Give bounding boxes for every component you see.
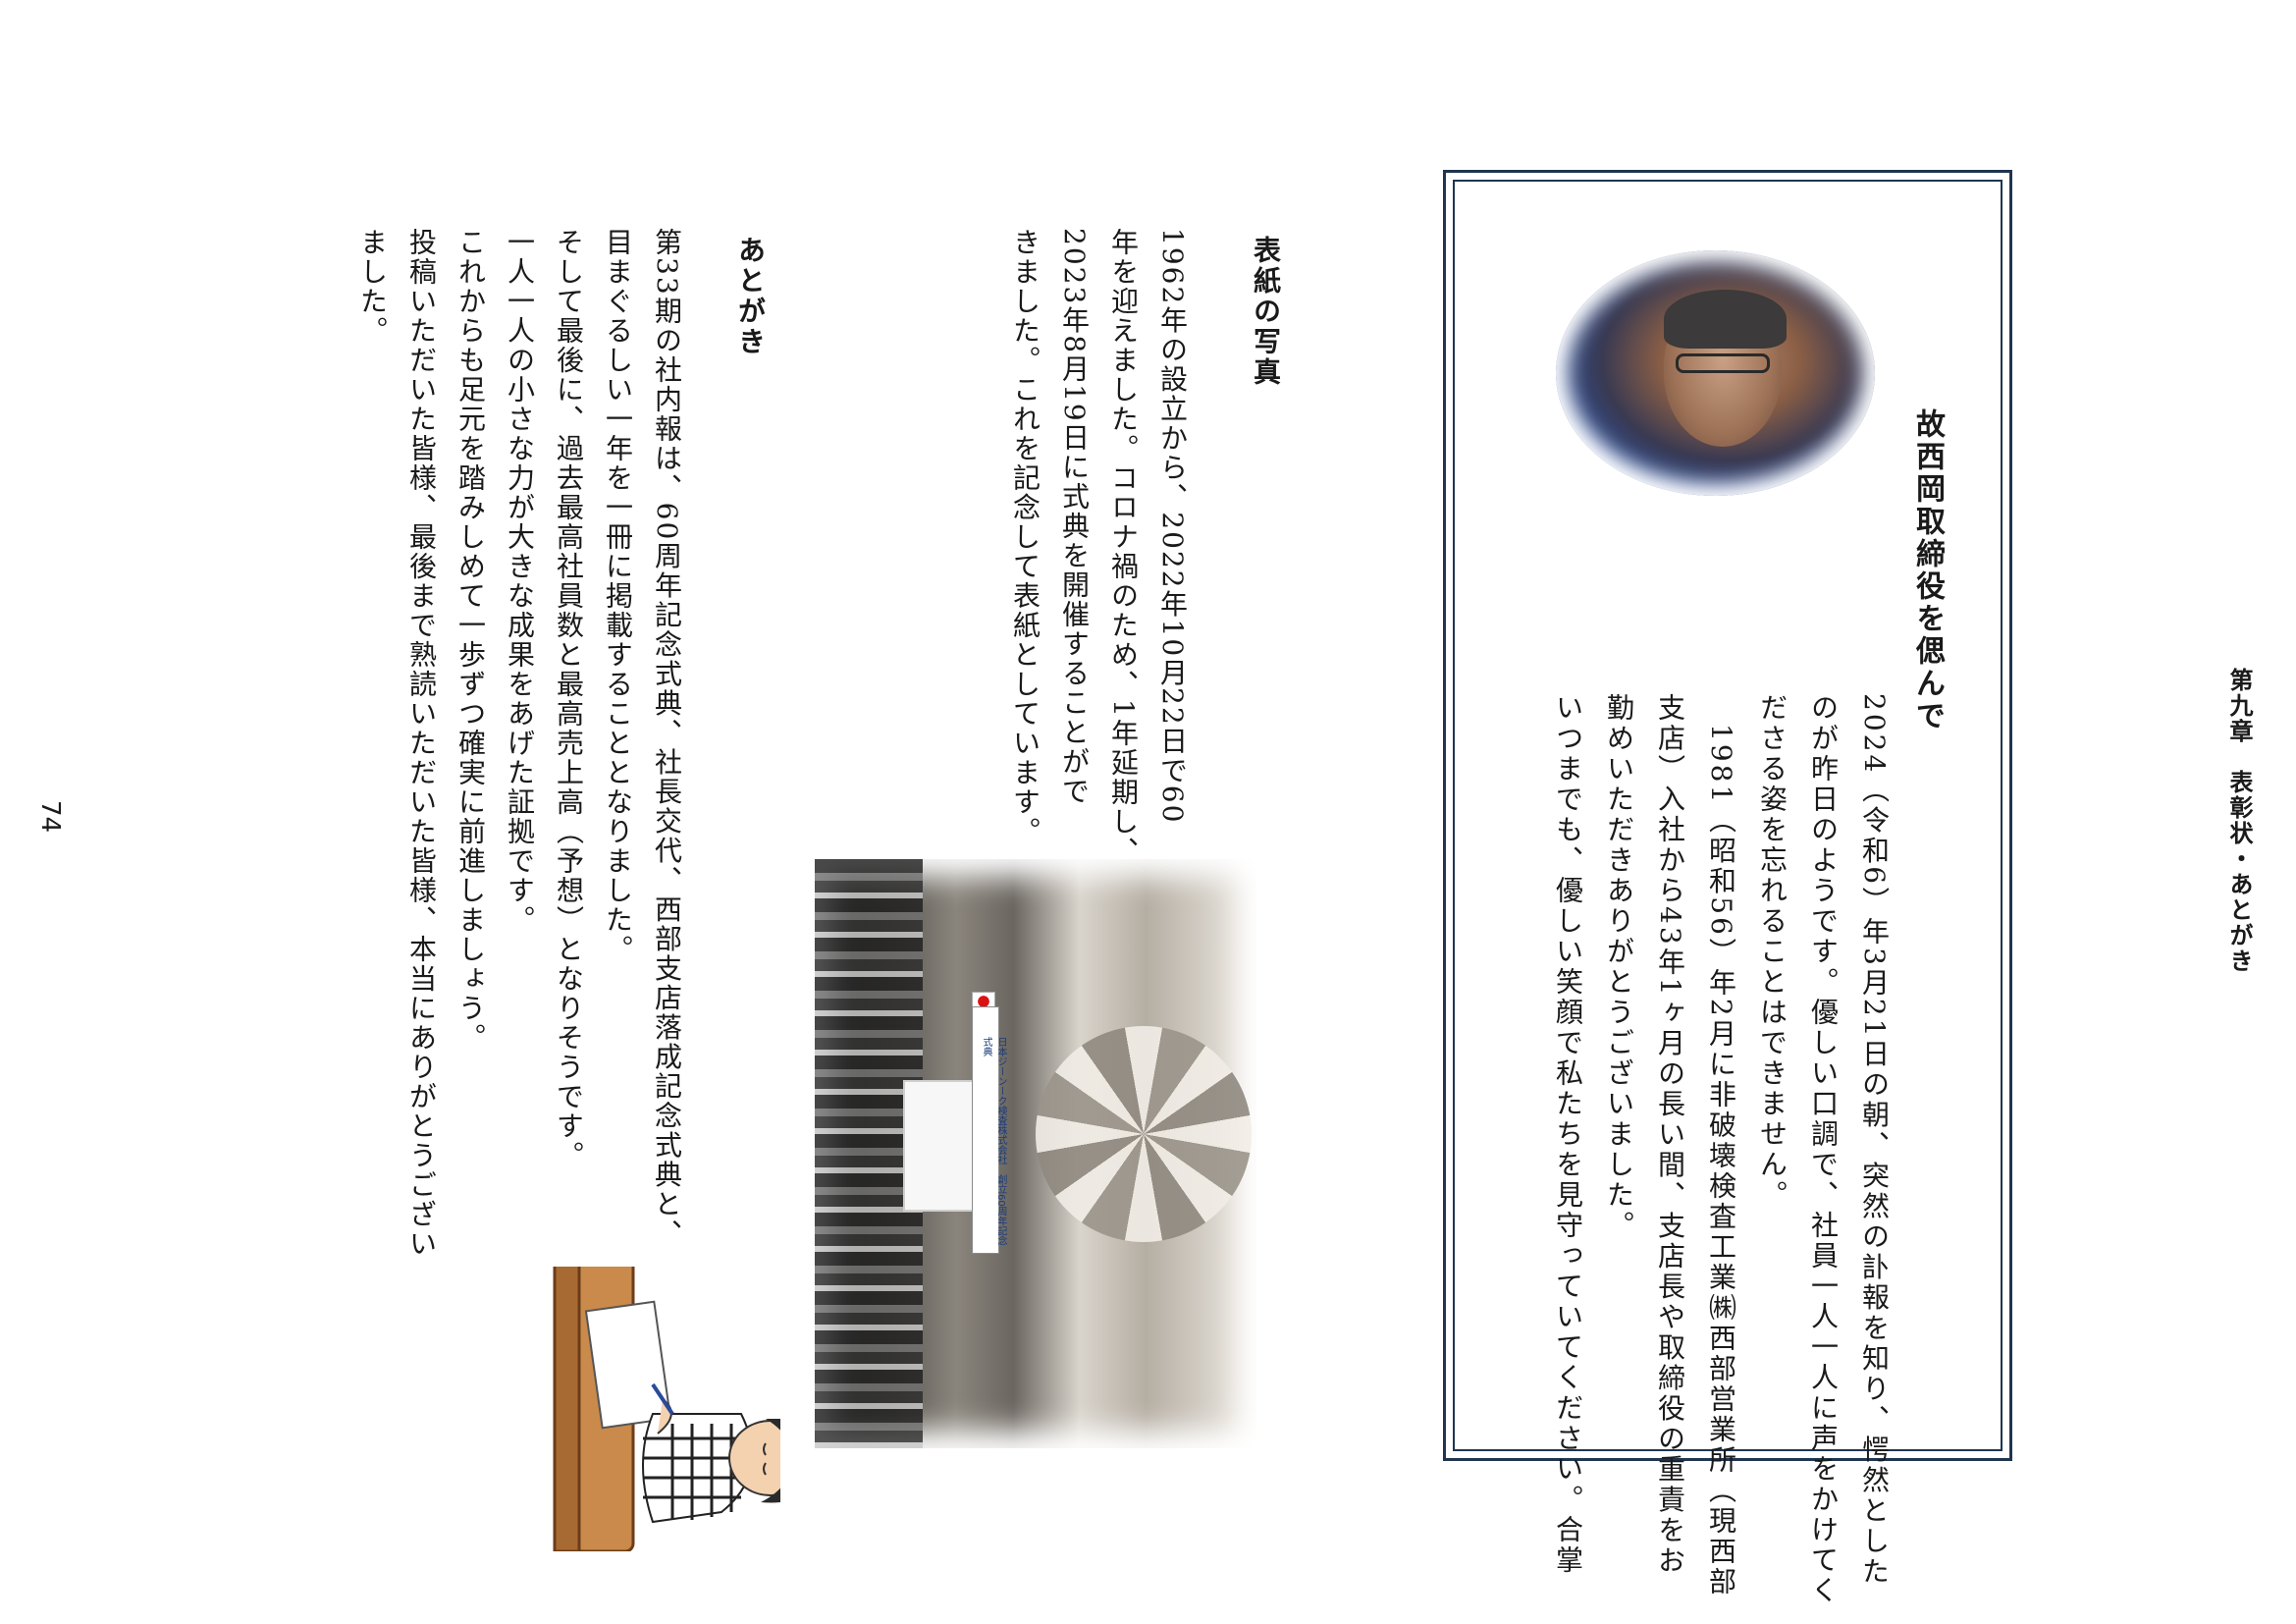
cover-line: 1962年の設立から、2022年10月22日で60 xyxy=(1156,228,1189,825)
writing-woman-illustration xyxy=(553,1267,780,1551)
ceiling-star-decoration xyxy=(1036,1026,1252,1242)
cover-photo-body: 1962年の設立から、2022年10月22日で60 年を迎えました。コロナ禍のた… xyxy=(1000,228,1197,866)
portrait-hair xyxy=(1664,290,1787,349)
afterword-line: これからも足元を踏みしめて一歩ずつ確実に前進しましょう。 xyxy=(454,228,487,1053)
afterword-line: そして最後に、過去最高社員数と最高売上高（予想）となりそうです。 xyxy=(553,228,585,1170)
page-number: 74 xyxy=(35,800,65,834)
memorial-body: 2024（令和6）年3月21日の朝、突然の訃報を知り、愕然とした のが昨日のよう… xyxy=(1542,693,1899,1606)
memorial-line: ださる姿を忘れることはできません。 xyxy=(1756,693,1789,1211)
afterword-line: 目まぐるしい一年を一冊に掲載することとなりました。 xyxy=(602,228,634,964)
cover-line: 2023年8月19日に式典を開催することがで xyxy=(1058,228,1091,806)
memorial-line: 勤めいただきありがとうございました。 xyxy=(1603,693,1635,1241)
afterword-body: 第33期の社内報は、60周年記念式典、社長交代、西部支店落成記念式典と、 目まぐ… xyxy=(347,228,691,1259)
ceremony-banner: 日本ジーンーク検査株式会社 創立60周年記念式典 xyxy=(972,1006,1006,1254)
memorial-line: いつまでも、優しい笑顔で私たちを見守っていてください。合掌 xyxy=(1552,693,1584,1576)
ceremony-banner-text: 日本ジーンーク検査株式会社 創立60周年記念式典 xyxy=(981,1037,1006,1246)
memorial-title: 故西岡取締役を偲んで xyxy=(1910,408,1945,732)
cover-line: きました。これを記念して表紙としています。 xyxy=(1009,228,1041,846)
portrait-photo xyxy=(1556,250,1875,496)
memorial-line: 支店）入社から43年1ヶ月の長い間、支店長や取締役の重責をお xyxy=(1654,693,1686,1577)
glasses-icon xyxy=(1676,353,1770,373)
ceremony-photo: 日本ジーンーク検査株式会社 創立60周年記念式典 xyxy=(815,859,1256,1448)
afterword-title: あとがき xyxy=(734,236,767,357)
afterword-line: 一人一人の小さな力が大きな成果をあげた証拠です。 xyxy=(504,228,536,935)
chapter-heading: 第九章 表彰状・あとがき xyxy=(2225,668,2253,974)
afterword-line: 第33期の社内報は、60周年記念式典、社長交代、西部支店落成記念式典と、 xyxy=(651,228,683,1249)
cover-line: 年を迎えました。コロナ禍のため、1年延期し、 xyxy=(1107,228,1140,866)
afterword-line: 投稿いただいた皆様、最後まで熟読いただいた皆様、本当にありがとうござい xyxy=(405,228,438,1259)
memorial-line: 2024（令和6）年3月21日の朝、突然の訃報を知り、愕然とした xyxy=(1858,693,1891,1588)
memorial-line: のが昨日のようです。優しい口調で、社員一人一人に声をかけてく xyxy=(1807,693,1840,1606)
cover-photo-title: 表紙の写真 xyxy=(1250,236,1282,388)
afterword-line: ました。 xyxy=(356,228,389,346)
memorial-line: 1981（昭和56）年2月に非破壊検査工業㈱西部営業所（現西部 xyxy=(1705,693,1737,1597)
